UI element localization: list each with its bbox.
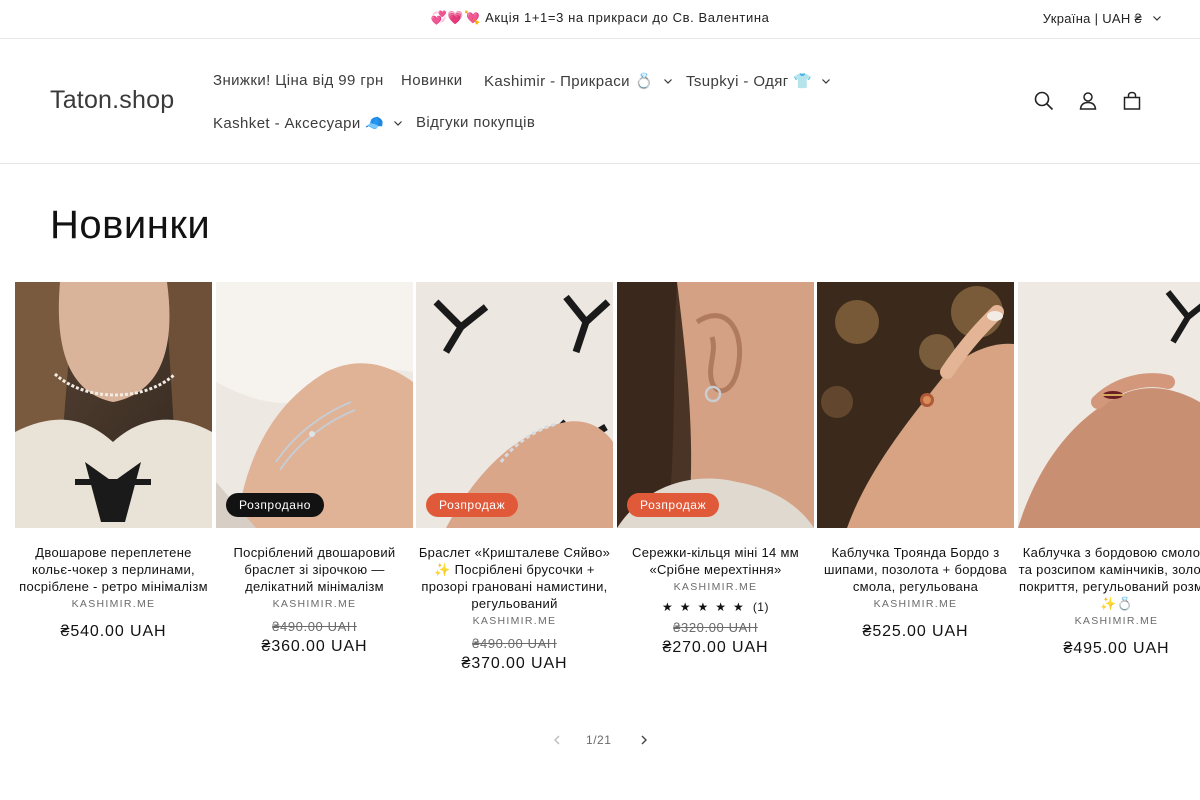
nav-item-tsupkyi[interactable]: Tsupkyi - Одяг 👕 — [686, 72, 831, 90]
product-image[interactable] — [15, 282, 212, 528]
product-vendor: KASHIMIR.ME — [673, 581, 758, 593]
chevron-right-icon[interactable] — [637, 733, 651, 747]
product-price: ₴540.00 UAH — [60, 623, 167, 640]
chevron-down-icon — [663, 79, 672, 84]
nav-item-reviews[interactable]: Відгуки покупців — [416, 114, 535, 131]
slider-pagination: 1/21 — [0, 730, 1200, 750]
sale-badge: Розпродаж — [627, 493, 720, 517]
nav-label: Відгуки покупців — [416, 114, 536, 131]
nav-label: Kashket - Аксесуари 🧢 — [213, 115, 385, 132]
product-vendor: KASHIMIR.ME — [1074, 615, 1159, 627]
nav-item-discounts[interactable]: Знижки! Ціна від 99 грн — [213, 72, 384, 89]
product-title[interactable]: Каблучка з бордовою смолою та розсипом к… — [1018, 544, 1200, 612]
product-regular-price: ₴320.00 UAH — [673, 620, 758, 635]
product-sale-price: ₴360.00 UAH — [261, 638, 368, 655]
search-icon[interactable] — [1032, 89, 1056, 113]
sold-out-badge: Розпродано — [226, 493, 325, 517]
nav-label: Новинки — [401, 72, 463, 89]
product-rating: ★★★★★ (1) — [617, 600, 814, 614]
rating-count: (1) — [752, 600, 769, 614]
announcement-bar: 💞💗💘 Акція 1+1=3 на прикраси до Св. Вален… — [0, 0, 1200, 39]
product-price: ₴525.00 UAH — [862, 623, 969, 640]
product-title[interactable]: Двошарове переплетене кольє-чокер з перл… — [15, 544, 212, 595]
nav-item-new[interactable]: Новинки — [401, 72, 463, 89]
country-currency-selector[interactable]: Україна | UAH ₴ — [1042, 11, 1161, 26]
product-price: ₴495.00 UAH — [1063, 640, 1170, 657]
chevron-down-icon — [394, 121, 403, 126]
site-logo[interactable]: Taton.shop — [50, 86, 174, 115]
product-vendor: KASHIMIR.ME — [71, 598, 156, 610]
account-icon[interactable] — [1076, 89, 1100, 113]
product-image[interactable] — [817, 282, 1014, 528]
nav-label: Kashimir - Прикраси 💍 — [484, 73, 654, 90]
chevron-down-icon — [822, 79, 831, 84]
locale-label: Україна | UAH ₴ — [1042, 11, 1142, 26]
cart-icon[interactable] — [1120, 89, 1144, 113]
product-image[interactable]: Розпродаж — [416, 282, 613, 528]
rating-stars: ★★★★★ — [662, 600, 751, 614]
product-sale-price: ₴370.00 UAH — [461, 655, 568, 672]
product-title[interactable]: Сережки-кільця міні 14 мм «Срібне мерехт… — [617, 544, 814, 578]
chevron-down-icon — [1153, 16, 1161, 21]
slider-total: 21 — [597, 733, 612, 747]
product-regular-price: ₴490.00 UAH — [272, 619, 357, 634]
nav-label: Знижки! Ціна від 99 грн — [213, 72, 384, 89]
announcement-text[interactable]: 💞💗💘 Акція 1+1=3 на прикраси до Св. Вален… — [0, 10, 1200, 26]
product-title[interactable]: Посріблений двошаровий браслет зі зірочк… — [216, 544, 413, 595]
product-vendor: KASHIMIR.ME — [873, 598, 958, 610]
chevron-left-icon[interactable] — [550, 733, 564, 747]
product-vendor: KASHIMIR.ME — [272, 598, 357, 610]
product-title[interactable]: Браслет «Кришталеве Сяйво» ✨ Посріблені … — [416, 544, 613, 612]
product-sale-price: ₴270.00 UAH — [662, 639, 769, 656]
section-title: Новинки — [50, 203, 211, 247]
nav-item-kashimir[interactable]: Kashimir - Прикраси 💍 — [484, 72, 672, 90]
sale-badge: Розпродаж — [426, 493, 519, 517]
product-image[interactable]: Розпродано — [216, 282, 413, 528]
product-image[interactable] — [1018, 282, 1200, 528]
nav-item-kashket[interactable]: Kashket - Аксесуари 🧢 — [213, 114, 403, 132]
product-image[interactable]: Розпродаж — [617, 282, 814, 528]
product-vendor: KASHIMIR.ME — [472, 615, 557, 627]
nav-label: Tsupkyi - Одяг 👕 — [686, 73, 813, 90]
product-title[interactable]: Каблучка Троянда Бордо з шипами, позолот… — [817, 544, 1014, 595]
product-regular-price: ₴490.00 UAH — [472, 636, 557, 651]
slider-counter: 1/21 — [586, 733, 611, 747]
site-header: Taton.shop Знижки! Ціна від 99 грн Новин… — [0, 39, 1200, 164]
